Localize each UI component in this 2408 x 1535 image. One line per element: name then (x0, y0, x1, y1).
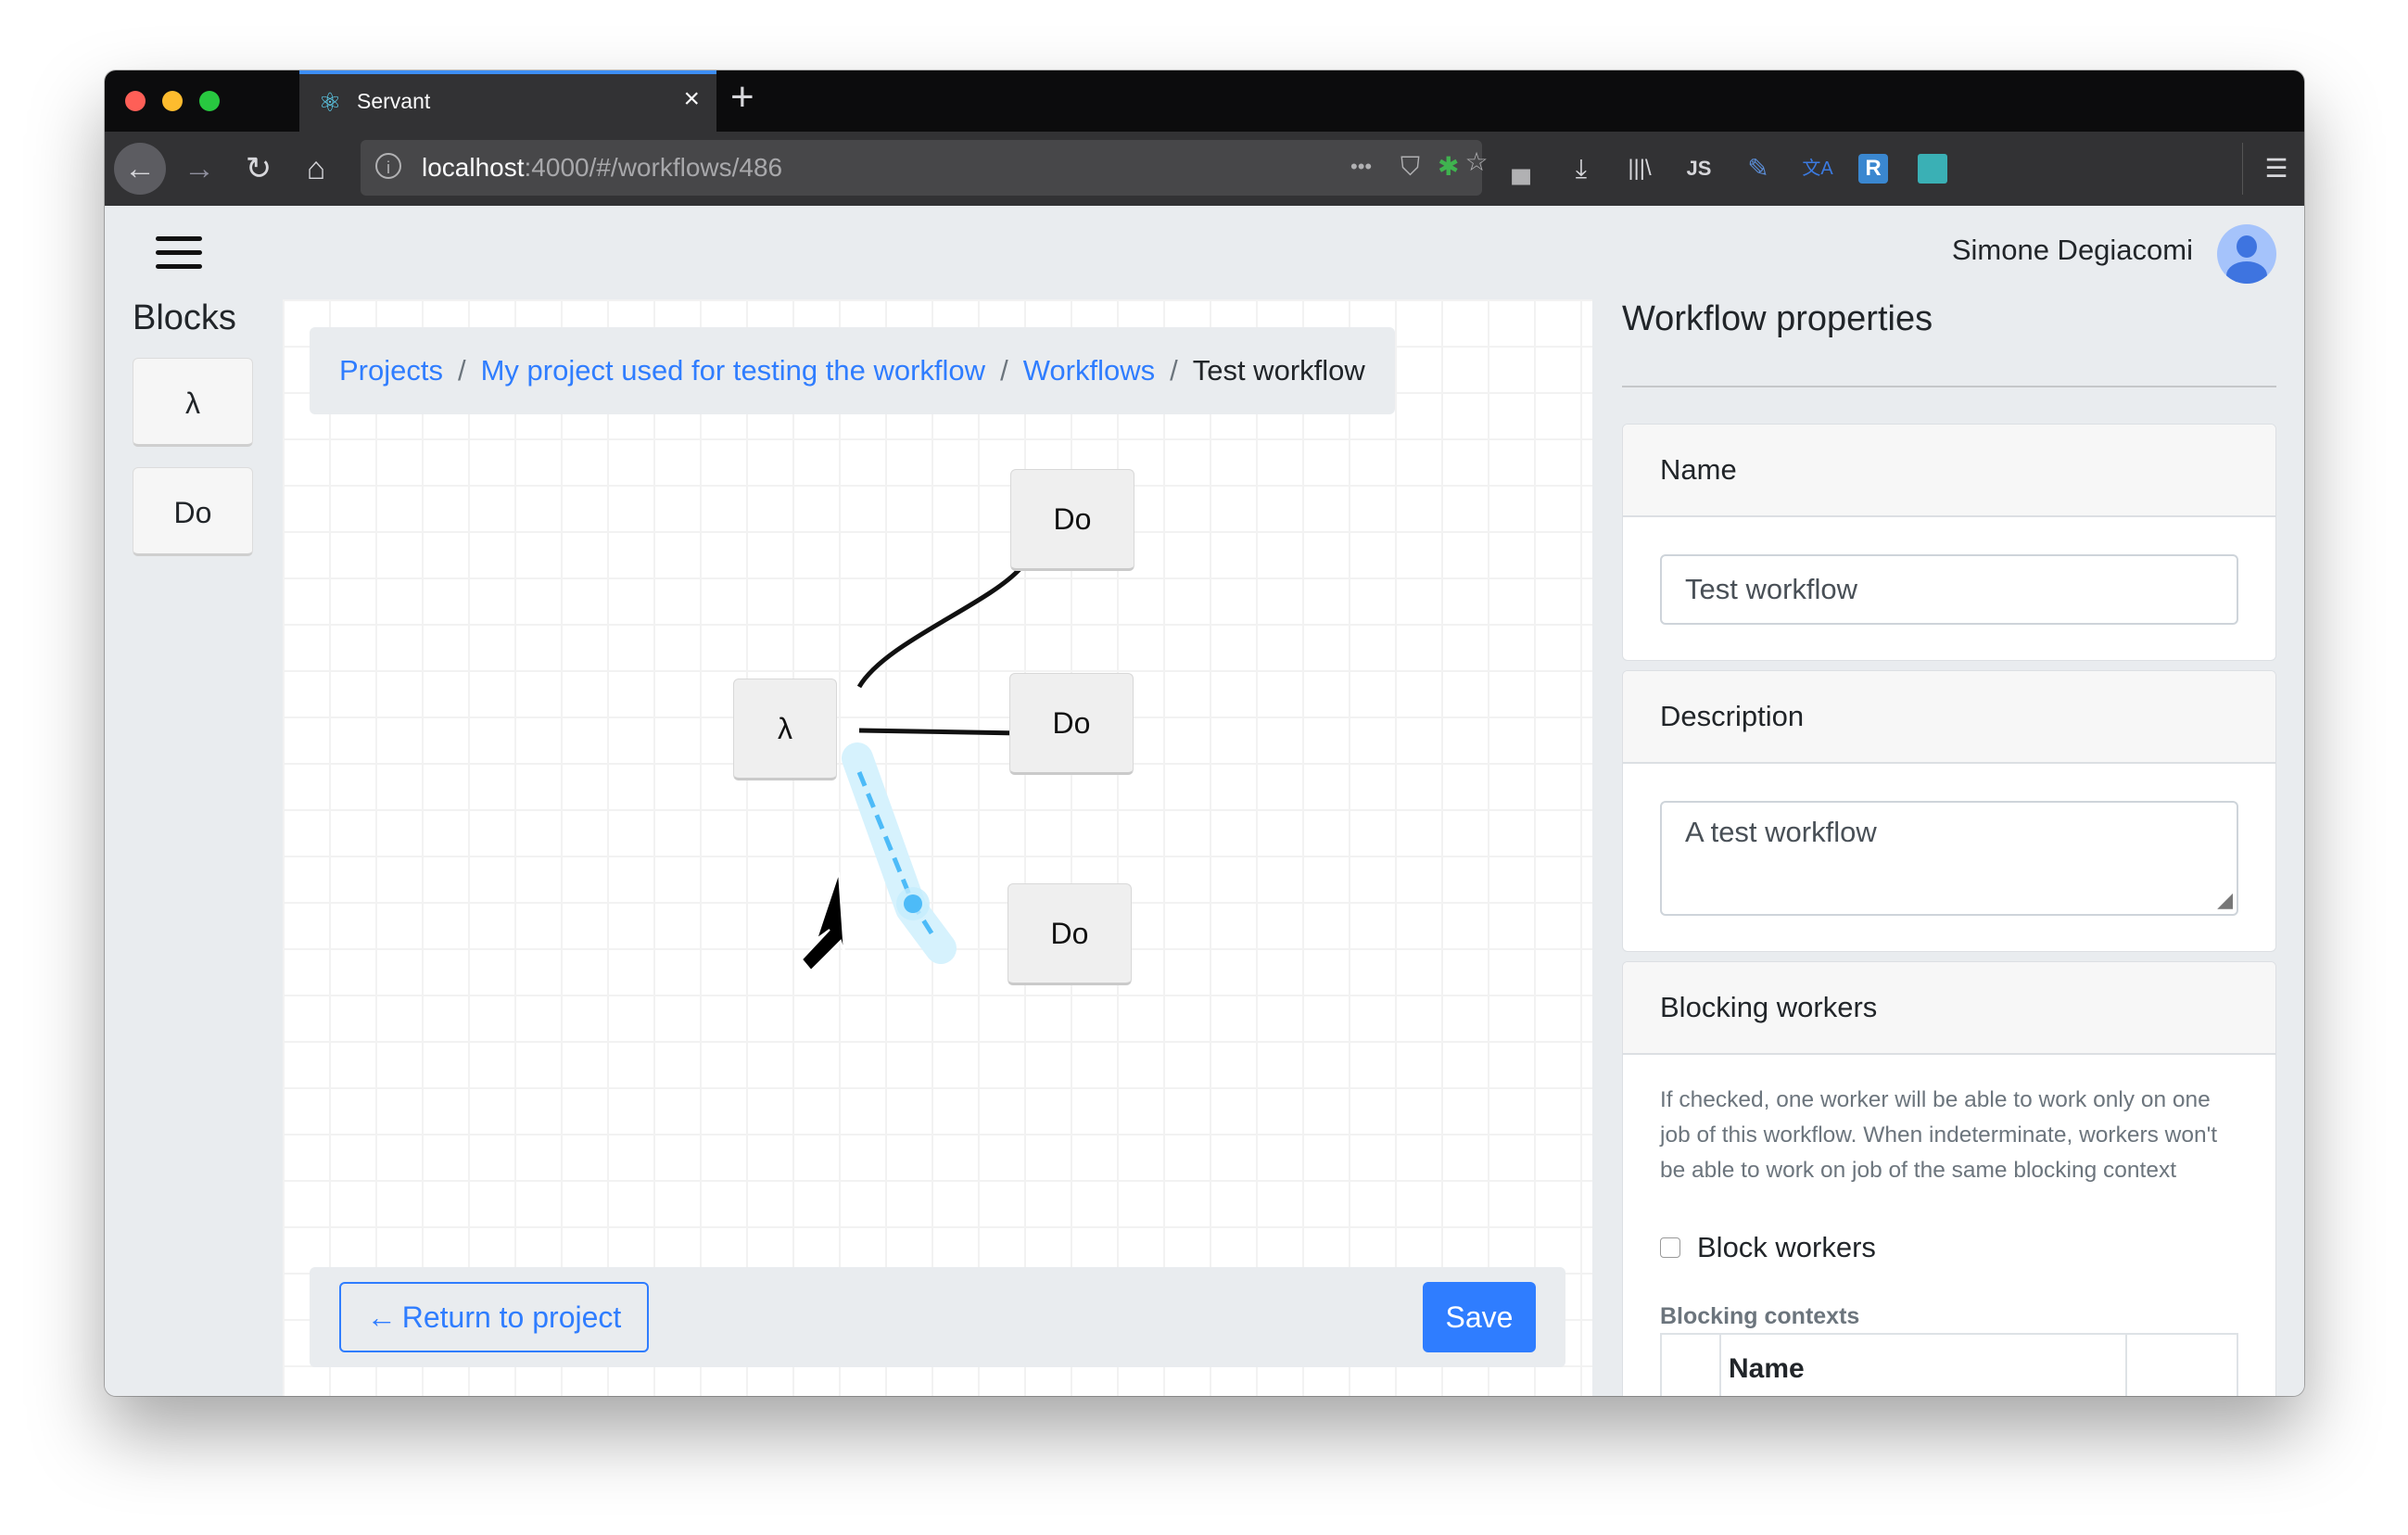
edge-lambda-do1 (856, 566, 1022, 689)
workflow-canvas[interactable]: Projects / My project used for testing t… (283, 299, 1592, 1396)
drag-edge-halo (842, 742, 957, 964)
node-do-1[interactable]: Do (1010, 469, 1134, 571)
url-text[interactable]: localhost:4000/#/workflows/486 (422, 153, 782, 183)
description-textarea[interactable]: A test workflow ◢ (1660, 801, 2238, 916)
name-input[interactable]: Test workflow (1660, 554, 2238, 625)
block-do[interactable]: Do (133, 467, 253, 556)
edges-layer (800, 566, 1022, 972)
user-name[interactable]: Simone Degiacomi (1952, 234, 2193, 267)
table-header-select (1662, 1335, 1721, 1396)
home-button[interactable]: ⌂ (290, 143, 342, 195)
url-bar[interactable]: i localhost:4000/#/workflows/486 ••• ⛉ ✱ (361, 140, 1482, 196)
block-workers-checkbox[interactable] (1660, 1237, 1680, 1258)
tab-servant[interactable]: ⚛ Servant × (299, 70, 716, 132)
hamburger-menu-icon[interactable] (156, 236, 202, 270)
browser-window: ⚛ Servant × + ← → ↻ ⌂ i localhost:4000/#… (105, 70, 2304, 1396)
menu-icon[interactable]: ☰ (2258, 152, 2295, 185)
properties-panel: Workflow properties Name Test workflow D… (1622, 299, 2276, 1396)
tab-bar: ⚛ Servant × + (105, 70, 2304, 132)
pocket-icon[interactable]: ⛉ (1400, 153, 1420, 181)
site-info-icon[interactable]: i (375, 153, 401, 179)
breadcrumb-separator: / (457, 354, 466, 387)
properties-title: Workflow properties (1622, 299, 1933, 338)
download-icon[interactable]: ⤓ (1563, 152, 1600, 185)
breadcrumb: Projects / My project used for testing t… (310, 327, 1395, 414)
back-button[interactable]: ← (114, 143, 166, 195)
maximize-window-button[interactable] (199, 91, 220, 111)
description-text: A test workflow (1685, 816, 1877, 848)
canvas-footer: ← Return to project Save (310, 1267, 1565, 1367)
block-workers-label[interactable]: Block workers (1697, 1231, 1876, 1264)
name-card: Name Test workflow (1622, 424, 2276, 661)
close-window-button[interactable] (125, 91, 146, 111)
return-label: Return to project (401, 1300, 622, 1334)
breadcrumb-current: Test workflow (1192, 354, 1365, 387)
url-host: localhost (422, 153, 525, 182)
name-header: Name (1623, 425, 2275, 517)
blocking-contexts-table: Name (1660, 1333, 2238, 1396)
save-icon[interactable] (1918, 154, 1947, 184)
blocking-contexts-title: Blocking contexts (1660, 1303, 1860, 1329)
drag-handle-dot (904, 894, 922, 913)
new-tab-button[interactable]: + (730, 74, 754, 121)
breadcrumb-separator: / (1170, 354, 1178, 387)
minimize-window-button[interactable] (162, 91, 183, 111)
block-lambda[interactable]: λ (133, 358, 253, 447)
page-actions-icon[interactable]: ••• (1350, 153, 1372, 181)
resize-handle-icon[interactable]: ◢ (2217, 888, 2233, 912)
drag-handle (896, 887, 930, 920)
block-workers-row: Block workers (1660, 1231, 1876, 1264)
table-header-name: Name (1729, 1353, 1805, 1384)
edge-lambda-do2 (858, 728, 1021, 736)
hat-icon[interactable]: ▄ (1502, 152, 1540, 185)
breadcrumb-separator: / (1000, 354, 1008, 387)
blocking-help-text: If checked, one worker will be able to w… (1660, 1087, 2218, 1183)
mouse-cursor-icon (800, 871, 845, 972)
blocking-header: Blocking workers (1623, 962, 2275, 1055)
close-tab-icon[interactable]: × (683, 83, 700, 115)
r-icon[interactable]: R (1858, 154, 1888, 184)
react-atom-icon: ⚛ (318, 88, 342, 117)
user-avatar[interactable] (2217, 224, 2276, 284)
save-button[interactable]: Save (1423, 1282, 1536, 1352)
forward-button[interactable]: → (173, 143, 225, 195)
description-card: Description A test workflow ◢ (1622, 670, 2276, 952)
url-path: :4000/#/workflows/486 (524, 153, 783, 182)
navigation-bar: ← → ↻ ⌂ i localhost:4000/#/workflows/486… (105, 132, 2304, 207)
table-header-actions (2125, 1335, 2237, 1396)
description-header: Description (1623, 671, 2275, 764)
app-content: Simone Degiacomi Blocks λ Do Projects / … (105, 206, 2304, 1396)
breadcrumb-workflows[interactable]: Workflows (1023, 354, 1155, 387)
divider (1622, 386, 2276, 387)
breadcrumb-project[interactable]: My project used for testing the workflow (481, 354, 985, 387)
node-do-2[interactable]: Do (1009, 673, 1134, 775)
translate-icon[interactable]: 文A (1799, 152, 1836, 185)
blocks-title: Blocks (133, 298, 236, 337)
library-icon[interactable]: |||\ (1621, 152, 1658, 185)
js-icon[interactable]: JS (1680, 152, 1717, 185)
bookmark-star-icon[interactable]: ☆ (1458, 146, 1495, 179)
blocking-card: Blocking workers If checked, one worker … (1622, 961, 2276, 1396)
reload-button[interactable]: ↻ (233, 143, 285, 195)
node-do-3[interactable]: Do (1008, 883, 1132, 985)
return-to-project-button[interactable]: ← Return to project (339, 1282, 649, 1352)
drag-edge (856, 771, 938, 941)
breadcrumb-projects[interactable]: Projects (339, 354, 443, 387)
node-lambda[interactable]: λ (733, 679, 837, 780)
arrow-left-icon: ← (366, 1300, 397, 1334)
tab-title: Servant (357, 89, 431, 113)
toolbar-divider (2242, 143, 2243, 195)
pen-icon[interactable]: ✎ (1740, 152, 1777, 185)
bug-extension-icon[interactable]: ✱ (1438, 153, 1459, 181)
